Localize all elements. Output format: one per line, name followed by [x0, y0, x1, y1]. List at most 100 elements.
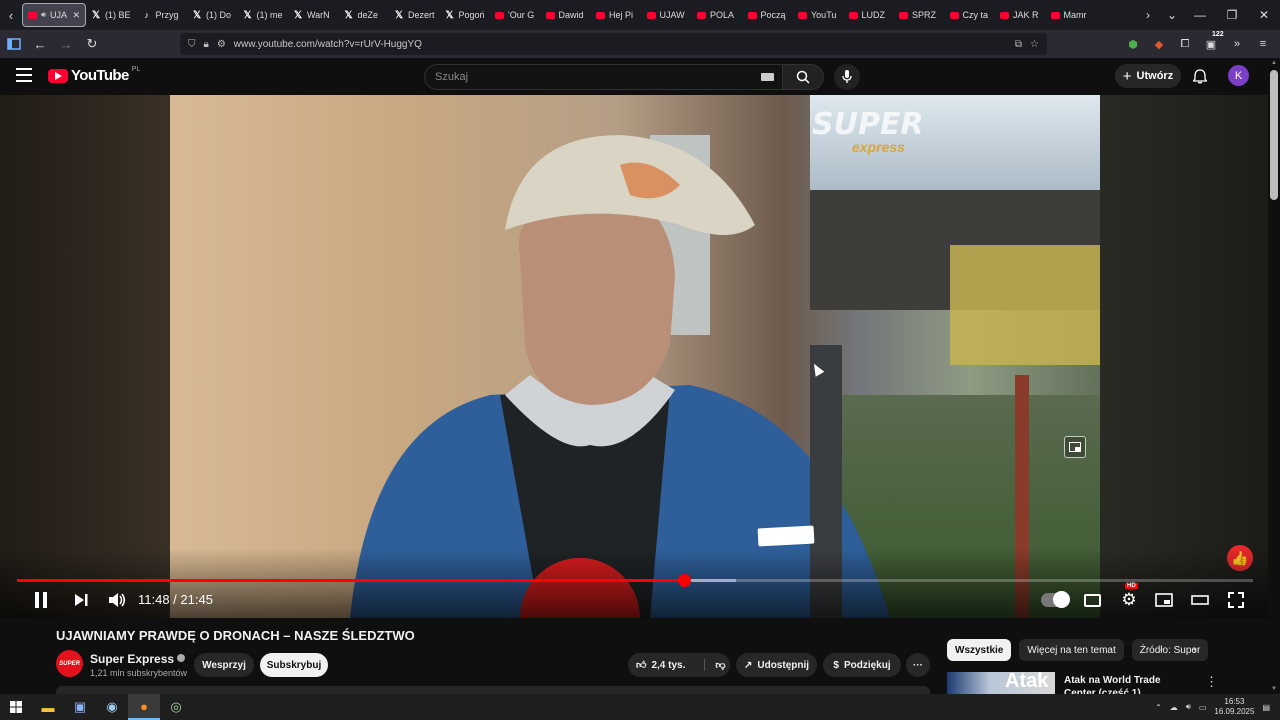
- tab-label: Począ: [760, 10, 786, 20]
- browser-tab[interactable]: ♪ Przyg: [137, 3, 188, 27]
- start-button[interactable]: [0, 694, 32, 720]
- share-button[interactable]: ↗ Udostępnij: [736, 653, 817, 677]
- video-player[interactable]: SUPER express 👍 11:48 / 21:45 ⚙ HD: [0, 95, 1268, 618]
- restore-button[interactable]: ❐: [1216, 0, 1248, 30]
- sound-icon[interactable]: 🔊︎: [1186, 702, 1191, 712]
- browser-tab[interactable]: JAK R: [995, 3, 1046, 27]
- browser-tab[interactable]: 𝕏 Pogoń: [440, 3, 491, 27]
- close-window-button[interactable]: ✕: [1248, 0, 1280, 30]
- filter-chip[interactable]: Więcej na ten temat: [1019, 639, 1124, 661]
- youtube-logo[interactable]: YouTube PL: [48, 66, 140, 84]
- more-actions-button[interactable]: ···: [906, 653, 930, 677]
- miniplayer-button[interactable]: [1153, 589, 1175, 611]
- browser-tab[interactable]: Dawid: [541, 3, 592, 27]
- vpn-extension-icon[interactable]: ⬢: [1122, 33, 1144, 55]
- keyboard-icon[interactable]: [761, 73, 774, 81]
- minimize-button[interactable]: —: [1184, 0, 1216, 30]
- forward-button[interactable]: →: [54, 32, 78, 56]
- picture-in-picture-icon[interactable]: ⧉: [1015, 39, 1022, 50]
- extension-counter-icon[interactable]: ▣ 122: [1200, 31, 1224, 55]
- browser-tab[interactable]: 🔊︎ UJA ✕: [22, 3, 86, 27]
- steam-icon[interactable]: ◉: [96, 694, 128, 720]
- pip-overlay-icon[interactable]: [1064, 436, 1086, 458]
- tray-overflow-icon[interactable]: ⌃: [1155, 703, 1162, 712]
- account-avatar[interactable]: K: [1228, 65, 1249, 86]
- tab-label: 'Our G: [508, 10, 535, 20]
- channel-name-text[interactable]: Super Express: [90, 652, 174, 666]
- file-explorer-icon[interactable]: ▬: [32, 694, 64, 720]
- browser-tab[interactable]: SPRZ: [894, 3, 945, 27]
- search-button[interactable]: [782, 64, 824, 90]
- browser-tab[interactable]: YouTu: [793, 3, 844, 27]
- close-tab-icon[interactable]: ✕: [72, 10, 80, 21]
- browser-tab[interactable]: 'Our G: [490, 3, 541, 27]
- page-scrollbar[interactable]: ▲ ▼: [1268, 58, 1280, 694]
- settings-button[interactable]: ⚙ HD: [1118, 583, 1140, 611]
- support-button[interactable]: Wesprzyj: [194, 653, 254, 677]
- like-button[interactable]: 👍︎ 2,4 tys.: [636, 659, 686, 672]
- dislike-button[interactable]: 👎︎: [704, 659, 726, 671]
- thanks-button[interactable]: $ Podziękuj: [823, 653, 901, 677]
- audio-playing-icon[interactable]: 🔊︎: [41, 10, 46, 20]
- browser-tab[interactable]: 𝕏deZe: [339, 3, 390, 27]
- tab-scroll-right-button[interactable]: ›: [1136, 8, 1160, 22]
- channel-name[interactable]: Super Express: [90, 652, 186, 666]
- network-icon[interactable]: ▭: [1199, 703, 1207, 712]
- onedrive-icon[interactable]: ☁: [1170, 703, 1178, 712]
- theater-mode-button[interactable]: [1189, 589, 1211, 611]
- next-button[interactable]: [70, 589, 92, 611]
- subscribe-button[interactable]: Subskrybuj: [260, 653, 328, 677]
- recommended-menu-icon[interactable]: ⋮: [1205, 674, 1218, 690]
- browser-tab[interactable]: 𝕏 Dezert: [389, 3, 440, 27]
- overflow-chevron-icon[interactable]: »: [1226, 33, 1248, 55]
- ublock-extension-icon[interactable]: ◆: [1148, 33, 1170, 55]
- chips-next-chevron-icon[interactable]: ›: [1193, 643, 1197, 657]
- bookmark-star-icon[interactable]: ☆: [1030, 39, 1039, 50]
- browser-tab[interactable]: Hej Pi: [591, 3, 642, 27]
- notifications-center-icon[interactable]: ▤: [1262, 703, 1270, 712]
- video-frame[interactable]: [170, 95, 1100, 618]
- notifications-button[interactable]: [1190, 66, 1210, 86]
- filter-chip[interactable]: Wszystkie: [947, 639, 1012, 661]
- browser-tab[interactable]: 𝕏 (1) me: [238, 3, 289, 27]
- scroll-down-arrow-icon[interactable]: ▼: [1271, 686, 1277, 692]
- browser-tab[interactable]: 𝕏 (1) BE: [86, 3, 137, 27]
- url-bar[interactable]: ⛉ 🔒︎ ⚙︎ www.youtube.com/watch?v=rUrV-Hug…: [180, 33, 1047, 55]
- guide-menu-icon[interactable]: [16, 68, 32, 82]
- channel-avatar[interactable]: SUPER: [56, 650, 83, 677]
- sidebar-toggle-icon[interactable]: [2, 32, 26, 56]
- recommended-thumbnail[interactable]: Atak: [947, 672, 1055, 694]
- like-count: 2,4 tys.: [651, 659, 686, 671]
- progress-bar[interactable]: [17, 574, 1253, 587]
- mute-button[interactable]: [106, 589, 128, 611]
- extensions-icon[interactable]: ⧠: [1174, 33, 1196, 55]
- scroll-up-arrow-icon[interactable]: ▲: [1271, 60, 1277, 66]
- tab-list-button[interactable]: ⌄: [1160, 8, 1184, 22]
- clock[interactable]: 16:53 16.09.2025: [1214, 697, 1254, 717]
- back-button[interactable]: ←: [28, 32, 52, 56]
- browser-tab[interactable]: Czy ta: [945, 3, 996, 27]
- voice-search-button[interactable]: [834, 64, 860, 90]
- subtitles-button[interactable]: [1082, 589, 1102, 611]
- tab-scroll-left-button[interactable]: ‹: [0, 0, 22, 30]
- firefox-icon[interactable]: ●: [128, 694, 160, 720]
- computer-icon[interactable]: ▣: [64, 694, 96, 720]
- create-button[interactable]: + Utwórz: [1115, 64, 1181, 88]
- browser-tab[interactable]: LUDZ: [844, 3, 895, 27]
- browser-tab[interactable]: Mamr: [1046, 3, 1097, 27]
- browser-tab[interactable]: 𝕏 WarN: [288, 3, 339, 27]
- browser-tab[interactable]: Począ: [743, 3, 794, 27]
- browser-tab[interactable]: POLA: [692, 3, 743, 27]
- url-text[interactable]: www.youtube.com/watch?v=rUrV-HuggYQ: [234, 39, 1007, 50]
- autoplay-toggle[interactable]: [1040, 589, 1070, 611]
- pause-button[interactable]: [30, 589, 52, 611]
- fullscreen-button[interactable]: [1225, 589, 1247, 611]
- reload-button[interactable]: ↻: [80, 32, 104, 56]
- app-menu-icon[interactable]: ≡: [1252, 33, 1274, 55]
- search-input[interactable]: Szukaj: [424, 64, 782, 90]
- browser-tab[interactable]: UJAW: [642, 3, 693, 27]
- app-icon[interactable]: ◎: [160, 694, 192, 720]
- scrollbar-thumb[interactable]: [1270, 70, 1278, 200]
- description-box[interactable]: [56, 686, 930, 694]
- browser-tab[interactable]: 𝕏 (1) Do: [187, 3, 238, 27]
